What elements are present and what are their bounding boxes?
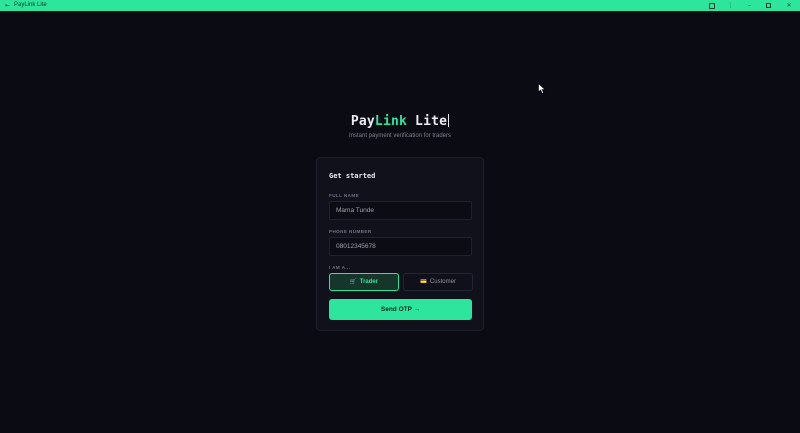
extensions-icon [708, 2, 715, 9]
logo-part-lite: Lite [407, 114, 448, 129]
tagline: Instant payment verification for traders [348, 133, 452, 139]
more-vertical-icon: ⋮ [727, 2, 734, 9]
back-icon[interactable]: ← [5, 0, 10, 11]
minimize-button[interactable]: – [740, 0, 759, 11]
role-trader-label: Trader [359, 279, 379, 285]
close-icon: ✕ [786, 2, 792, 9]
role-trader-button[interactable]: 🛒 Trader [329, 273, 399, 291]
mouse-pointer-icon [538, 83, 546, 94]
maximize-button[interactable] [759, 0, 778, 11]
maximize-icon [766, 3, 771, 8]
app-logo: PayLink Lite [0, 114, 800, 129]
close-button[interactable]: ✕ [778, 0, 800, 11]
role-customer-button[interactable]: 💳 Customer [403, 273, 473, 291]
full-name-label: FULL NAME [329, 193, 360, 198]
cart-icon: 🛒 [349, 279, 357, 285]
window-title: PayLink Lite [14, 2, 47, 8]
more-options-button[interactable]: ⋮ [721, 0, 740, 11]
extensions-button[interactable] [702, 0, 721, 11]
signup-card: Get started FULL NAME PHONE NUMBER I AM … [316, 157, 484, 331]
full-name-input[interactable] [329, 201, 472, 220]
role-customer-label: Customer [429, 279, 456, 285]
send-otp-button[interactable]: Send OTP → [329, 299, 472, 320]
phone-number-input[interactable] [329, 237, 472, 256]
window-controls: ⋮ – ✕ [702, 0, 800, 11]
card-title: Get started [329, 172, 376, 180]
credit-card-icon: 💳 [420, 279, 427, 285]
logo-part-pay: Pay [350, 114, 375, 129]
phone-number-label: PHONE NUMBER [329, 229, 372, 234]
minimize-icon: – [748, 2, 751, 9]
text-caret [448, 114, 450, 127]
logo-part-link: Link [374, 114, 408, 129]
window-titlebar: ← PayLink Lite ⋮ – ✕ [0, 0, 800, 11]
role-label: I AM A... [329, 265, 351, 270]
